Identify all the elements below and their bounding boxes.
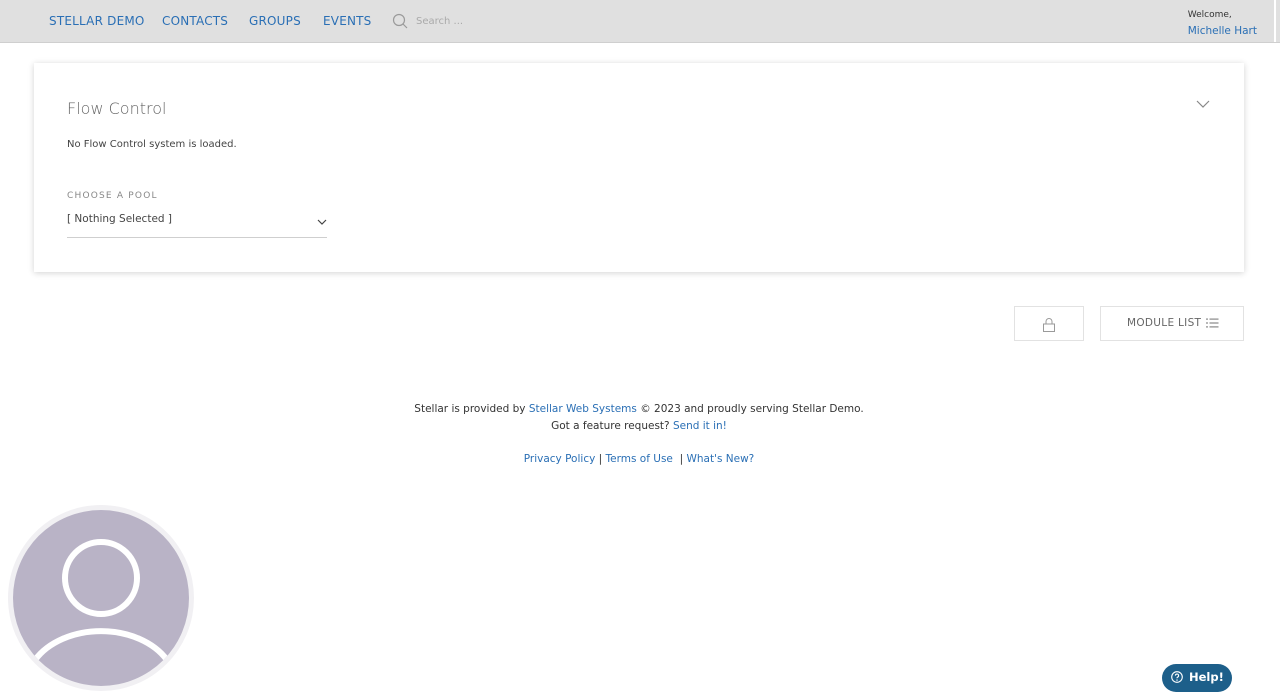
search-box[interactable] <box>392 12 512 30</box>
user-name-link[interactable]: Michelle Hart <box>1188 23 1257 39</box>
question-circle-icon <box>1171 671 1183 683</box>
footer-text: © 2023 and proudly serving Stellar Demo. <box>636 403 864 415</box>
footer-text: Got a feature request? <box>551 420 673 432</box>
avatar-image <box>13 510 189 686</box>
user-icon <box>32 539 170 662</box>
help-button[interactable]: Help! <box>1162 664 1232 692</box>
footer-links: Privacy Policy | Terms of Use | What's N… <box>0 451 1278 468</box>
send-it-in-link[interactable]: Send it in! <box>673 420 727 432</box>
nav-events-link[interactable]: EVENTS <box>323 14 372 28</box>
avatar[interactable] <box>8 505 194 691</box>
flow-status-text: No Flow Control system is loaded. <box>67 139 237 150</box>
footer-text: Stellar is provided by <box>414 403 529 415</box>
footer: Stellar is provided by Stellar Web Syste… <box>0 401 1278 468</box>
pool-label: CHOOSE A POOL <box>67 191 158 201</box>
lock-icon <box>1043 318 1055 332</box>
footer-separator: | <box>598 453 603 465</box>
search-icon[interactable] <box>392 13 408 29</box>
footer-line-2: Got a feature request? Send it in! <box>0 418 1278 435</box>
list-icon <box>1206 318 1219 328</box>
welcome-label: Welcome, <box>1187 10 1232 20</box>
help-label: Help! <box>1189 670 1224 684</box>
top-navbar: STELLAR DEMO CONTACTS GROUPS EVENTS Welc… <box>0 0 1280 43</box>
pool-select-value: [ Nothing Selected ] <box>67 213 173 225</box>
chevron-down-icon[interactable] <box>1196 99 1210 109</box>
search-input[interactable] <box>416 12 506 30</box>
whats-new-link[interactable]: What's New? <box>686 453 754 465</box>
provider-link[interactable]: Stellar Web Systems <box>529 403 637 415</box>
nav-groups-link[interactable]: GROUPS <box>249 14 301 28</box>
flow-control-panel: Flow Control No Flow Control system is l… <box>34 63 1244 272</box>
footer-separator: | <box>679 453 684 465</box>
pool-select[interactable]: [ Nothing Selected ] <box>67 211 327 238</box>
privacy-policy-link[interactable]: Privacy Policy <box>524 453 596 465</box>
nav-brand-link[interactable]: STELLAR DEMO <box>49 14 145 28</box>
welcome-block: Welcome, Michelle Hart <box>1188 7 1257 39</box>
scrollbar[interactable] <box>1274 0 1276 42</box>
panel-title: Flow Control <box>67 99 167 118</box>
module-list-label: MODULE LIST <box>1127 317 1202 329</box>
chevron-down-icon <box>317 219 327 225</box>
module-list-button[interactable]: MODULE LIST <box>1100 306 1244 341</box>
terms-of-use-link[interactable]: Terms of Use <box>606 453 673 465</box>
nav-contacts-link[interactable]: CONTACTS <box>162 14 228 28</box>
lock-button[interactable] <box>1014 306 1084 341</box>
footer-line-1: Stellar is provided by Stellar Web Syste… <box>0 401 1278 418</box>
